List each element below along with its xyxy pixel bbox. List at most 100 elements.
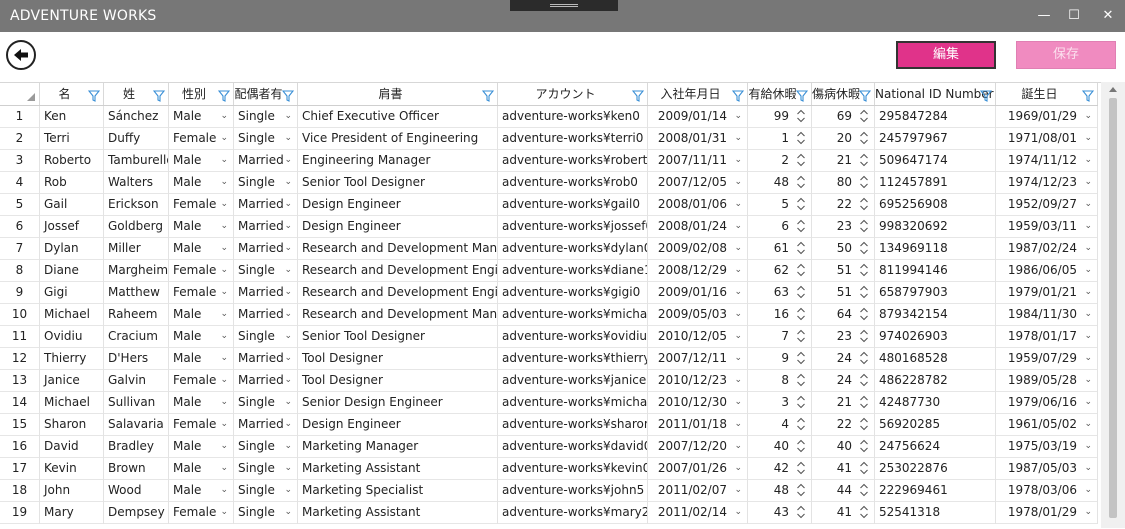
chevron-down-icon[interactable]: ⌄: [734, 260, 742, 281]
cell-vac[interactable]: 61: [748, 238, 812, 260]
cell-vac[interactable]: 48: [748, 480, 812, 502]
cell-hire[interactable]: 2010/12/23 ⌄: [648, 370, 748, 392]
cell-vac[interactable]: 99: [748, 106, 812, 128]
column-header[interactable]: 入社年月日: [648, 83, 748, 105]
cell-account[interactable]: adventure-works¥rob0: [498, 172, 648, 194]
cell-birth[interactable]: 1959/07/29 ⌄: [996, 348, 1098, 370]
cell-marital[interactable]: Married ⌄: [234, 348, 298, 370]
spinner-icon[interactable]: [796, 152, 806, 168]
cell-nid[interactable]: 811994146: [875, 260, 996, 282]
cell-account[interactable]: adventure-works¥diane1: [498, 260, 648, 282]
cell-nid[interactable]: 52541318: [875, 502, 996, 524]
cell-sick[interactable]: 51: [812, 260, 875, 282]
cell-nid[interactable]: 695256908: [875, 194, 996, 216]
chevron-down-icon[interactable]: ⌄: [1084, 392, 1092, 413]
cell-title[interactable]: Research and Development Manager: [298, 238, 498, 260]
cell-account[interactable]: adventure-works¥janice0: [498, 370, 648, 392]
cell-first[interactable]: Kevin: [40, 458, 104, 480]
cell-hire[interactable]: 2009/05/03 ⌄: [648, 304, 748, 326]
cell-gender[interactable]: Male ⌄: [169, 326, 234, 348]
cell-last[interactable]: Salavaria: [104, 414, 169, 436]
cell-title[interactable]: Senior Tool Designer: [298, 172, 498, 194]
spinner-icon[interactable]: [796, 196, 806, 212]
cell-first[interactable]: Dylan: [40, 238, 104, 260]
chevron-down-icon[interactable]: ⌄: [734, 458, 742, 479]
cell-nid[interactable]: 245797967: [875, 128, 996, 150]
cell-nid[interactable]: 486228782: [875, 370, 996, 392]
cell-account[interactable]: adventure-works¥john5: [498, 480, 648, 502]
table-row[interactable]: 11 Ovidiu Cracium Male ⌄ Single ⌄ Senior Tool D…: [0, 326, 1098, 348]
table-row[interactable]: 6 Jossef Goldberg Male ⌄ Married ⌄ Design Engin…: [0, 216, 1098, 238]
cell-gender[interactable]: Male ⌄: [169, 106, 234, 128]
cell-last[interactable]: Tamburello: [104, 150, 169, 172]
spinner-icon[interactable]: [859, 438, 869, 454]
cell-sick[interactable]: 21: [812, 150, 875, 172]
spinner-icon[interactable]: [859, 328, 869, 344]
spinner-icon[interactable]: [859, 262, 869, 278]
cell-title[interactable]: Research and Development Engineer: [298, 260, 498, 282]
cell-hire[interactable]: 2008/12/29 ⌄: [648, 260, 748, 282]
spinner-icon[interactable]: [859, 372, 869, 388]
cell-marital[interactable]: Single ⌄: [234, 326, 298, 348]
cell-first[interactable]: Janice: [40, 370, 104, 392]
filter-icon[interactable]: [979, 87, 993, 102]
chevron-down-icon[interactable]: ⌄: [220, 304, 228, 325]
chevron-down-icon[interactable]: ⌄: [284, 128, 292, 149]
cell-title[interactable]: Design Engineer: [298, 216, 498, 238]
cell-title[interactable]: Research and Development Engineer: [298, 282, 498, 304]
cell-marital[interactable]: Married ⌄: [234, 194, 298, 216]
chevron-down-icon[interactable]: ⌄: [220, 150, 228, 171]
column-header[interactable]: 名: [40, 83, 104, 105]
table-row[interactable]: 18 John Wood Male ⌄ Single ⌄ Marketing Speciali…: [0, 480, 1098, 502]
filter-icon[interactable]: [1081, 87, 1095, 102]
spinner-icon[interactable]: [859, 174, 869, 190]
spinner-icon[interactable]: [796, 460, 806, 476]
drag-handle[interactable]: [510, 0, 618, 11]
cell-account[interactable]: adventure-works¥michael6: [498, 304, 648, 326]
cell-gender[interactable]: Male ⌄: [169, 392, 234, 414]
cell-first[interactable]: Ken: [40, 106, 104, 128]
cell-birth[interactable]: 1986/06/05 ⌄: [996, 260, 1098, 282]
cell-vac[interactable]: 6: [748, 216, 812, 238]
cell-sick[interactable]: 24: [812, 348, 875, 370]
cell-gender[interactable]: Male ⌄: [169, 348, 234, 370]
cell-nid[interactable]: 253022876: [875, 458, 996, 480]
cell-account[interactable]: adventure-works¥jossef0: [498, 216, 648, 238]
filter-icon[interactable]: [87, 87, 101, 102]
cell-gender[interactable]: Male ⌄: [169, 172, 234, 194]
vertical-scrollbar[interactable]: [1101, 82, 1125, 528]
cell-sick[interactable]: 23: [812, 216, 875, 238]
chevron-down-icon[interactable]: ⌄: [734, 436, 742, 457]
chevron-down-icon[interactable]: ⌄: [734, 502, 742, 523]
cell-account[interactable]: adventure-works¥michael8: [498, 392, 648, 414]
cell-vac[interactable]: 40: [748, 436, 812, 458]
cell-first[interactable]: Gail: [40, 194, 104, 216]
chevron-down-icon[interactable]: ⌄: [1084, 106, 1092, 127]
spinner-icon[interactable]: [859, 196, 869, 212]
chevron-down-icon[interactable]: ⌄: [220, 392, 228, 413]
cell-account[interactable]: adventure-works¥dylan0: [498, 238, 648, 260]
cell-gender[interactable]: Male ⌄: [169, 238, 234, 260]
chevron-down-icon[interactable]: ⌄: [220, 128, 228, 149]
maximize-button[interactable]: ☐: [1062, 6, 1086, 26]
chevron-down-icon[interactable]: ⌄: [734, 194, 742, 215]
cell-account[interactable]: adventure-works¥kevin0: [498, 458, 648, 480]
cell-account[interactable]: adventure-works¥terri0: [498, 128, 648, 150]
cell-sick[interactable]: 44: [812, 480, 875, 502]
cell-birth[interactable]: 1984/11/30 ⌄: [996, 304, 1098, 326]
chevron-down-icon[interactable]: ⌄: [1084, 238, 1092, 259]
spinner-icon[interactable]: [859, 218, 869, 234]
cell-first[interactable]: Jossef: [40, 216, 104, 238]
cell-birth[interactable]: 1974/11/12 ⌄: [996, 150, 1098, 172]
column-header[interactable]: 肩書: [298, 83, 498, 105]
chevron-down-icon[interactable]: ⌄: [220, 458, 228, 479]
close-button[interactable]: ✕: [1096, 6, 1120, 26]
chevron-down-icon[interactable]: ⌄: [284, 260, 292, 281]
cell-hire[interactable]: 2011/02/07 ⌄: [648, 480, 748, 502]
filter-icon[interactable]: [281, 87, 295, 102]
cell-nid[interactable]: 222969461: [875, 480, 996, 502]
cell-account[interactable]: adventure-works¥david0: [498, 436, 648, 458]
cell-marital[interactable]: Married ⌄: [234, 414, 298, 436]
cell-title[interactable]: Tool Designer: [298, 370, 498, 392]
cell-account[interactable]: adventure-works¥thierry0: [498, 348, 648, 370]
